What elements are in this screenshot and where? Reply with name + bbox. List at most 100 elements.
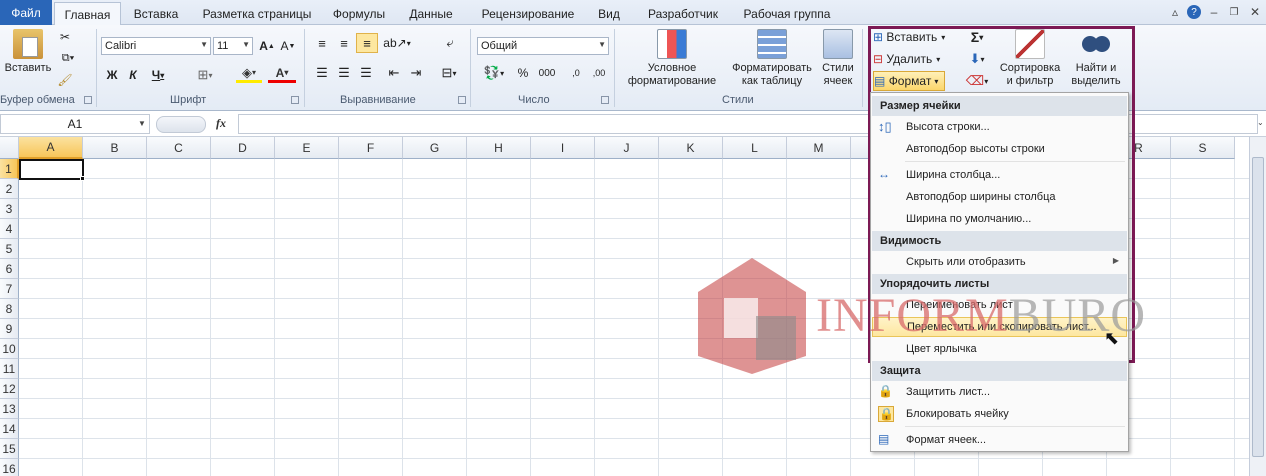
- menu-item-default-width[interactable]: Ширина по умолчанию...: [872, 209, 1127, 229]
- thousands-button[interactable]: 000: [536, 63, 558, 83]
- tab-view[interactable]: Вид: [592, 3, 626, 25]
- align-right-icon[interactable]: ☰: [356, 63, 376, 83]
- column-header-c[interactable]: C: [147, 137, 211, 159]
- insert-cells-button[interactable]: ⊞ Вставить ▾: [873, 27, 955, 47]
- row-header-13[interactable]: 13: [0, 399, 19, 419]
- insert-function-icon[interactable]: fx: [216, 116, 226, 131]
- merge-center-icon[interactable]: ⊟ ▾: [436, 63, 462, 83]
- clipboard-launcher-icon[interactable]: [84, 96, 92, 104]
- increase-indent-icon[interactable]: ⇥: [406, 63, 426, 83]
- row-header-15[interactable]: 15: [0, 439, 19, 459]
- row-header-14[interactable]: 14: [0, 419, 19, 439]
- orientation-icon[interactable]: ab↗ ▾: [383, 33, 410, 53]
- select-all-corner[interactable]: [0, 137, 19, 159]
- menu-item-column-width[interactable]: ↔ Ширина столбца...: [872, 165, 1127, 185]
- expand-formula-icon[interactable]: ⌄: [1257, 118, 1264, 127]
- column-header-h[interactable]: H: [467, 137, 531, 159]
- menu-item-lock-cell[interactable]: 🔒 Блокировать ячейку: [872, 404, 1127, 424]
- fill-color-icon[interactable]: ◈ ▾: [236, 65, 262, 83]
- align-left-icon[interactable]: ☰: [312, 63, 332, 83]
- font-name-combo[interactable]: Calibri ▼: [101, 37, 211, 55]
- restore-icon[interactable]: ❐: [1227, 5, 1241, 19]
- row-header-7[interactable]: 7: [0, 279, 19, 299]
- column-header-l[interactable]: L: [723, 137, 787, 159]
- bold-button[interactable]: Ж: [103, 65, 121, 85]
- tab-data[interactable]: Данные: [402, 3, 460, 25]
- row-header-5[interactable]: 5: [0, 239, 19, 259]
- align-top-icon[interactable]: ≡: [312, 33, 332, 53]
- column-header-s[interactable]: S: [1171, 137, 1235, 159]
- help-icon[interactable]: ?: [1187, 5, 1201, 19]
- copy-icon[interactable]: ⧉▾: [56, 48, 80, 68]
- column-header-i[interactable]: I: [531, 137, 595, 159]
- row-header-16[interactable]: 16: [0, 459, 19, 476]
- column-header-f[interactable]: F: [339, 137, 403, 159]
- minimize-ribbon-icon[interactable]: ▵: [1168, 5, 1182, 19]
- name-box-dropdown-icon[interactable]: ▼: [138, 119, 146, 128]
- tab-page-layout[interactable]: Разметка страницы: [194, 3, 320, 25]
- tab-home[interactable]: Главная: [54, 2, 121, 26]
- menu-item-tab-color[interactable]: Цвет ярлычка: [872, 339, 1127, 359]
- cut-icon[interactable]: ✂: [56, 27, 74, 47]
- menu-item-move-copy-sheet[interactable]: Переместить или скопировать лист...: [872, 317, 1127, 337]
- borders-icon[interactable]: ⊞ ▾: [192, 65, 218, 85]
- find-select-button[interactable]: Найти и выделить: [1064, 29, 1128, 88]
- increase-decimal-button[interactable]: ,0: [566, 63, 586, 83]
- menu-item-autofit-column[interactable]: Автоподбор ширины столбца: [872, 187, 1127, 207]
- column-header-g[interactable]: G: [403, 137, 467, 159]
- column-header-e[interactable]: E: [275, 137, 339, 159]
- menu-item-autofit-row[interactable]: Автоподбор высоты строки: [872, 139, 1127, 159]
- row-header-9[interactable]: 9: [0, 319, 19, 339]
- alignment-launcher-icon[interactable]: [458, 96, 466, 104]
- close-icon[interactable]: ✕: [1248, 5, 1262, 19]
- column-header-m[interactable]: M: [787, 137, 851, 159]
- row-header-3[interactable]: 3: [0, 199, 19, 219]
- decrease-indent-icon[interactable]: ⇤: [384, 63, 404, 83]
- autosum-button[interactable]: Σ ▾: [964, 27, 990, 47]
- row-header-2[interactable]: 2: [0, 179, 19, 199]
- minimize-icon[interactable]: –: [1207, 5, 1221, 19]
- percent-button[interactable]: %: [514, 63, 532, 83]
- menu-item-format-cells[interactable]: ▤ Формат ячеек...: [872, 430, 1127, 450]
- cell-styles-button[interactable]: Стили ячеек: [816, 29, 860, 88]
- clear-icon[interactable]: ⌫ ▾: [964, 71, 990, 91]
- align-bottom-icon[interactable]: ≡: [356, 33, 378, 53]
- column-header-b[interactable]: B: [83, 137, 147, 159]
- tab-insert[interactable]: Вставка: [126, 3, 186, 25]
- italic-button[interactable]: К: [124, 65, 142, 85]
- number-launcher-icon[interactable]: [601, 96, 609, 104]
- column-header-k[interactable]: K: [659, 137, 723, 159]
- paste-button[interactable]: Вставить: [4, 29, 52, 75]
- currency-icon[interactable]: 💱 ▾: [479, 63, 509, 83]
- grow-font-icon[interactable]: A ▲: [258, 36, 276, 56]
- format-cells-menu-button[interactable]: ▤ Формат ▾: [873, 71, 945, 91]
- format-painter-icon[interactable]: 🖌: [56, 70, 74, 90]
- active-cell-a1[interactable]: [19, 159, 84, 180]
- fill-handle[interactable]: [80, 176, 85, 181]
- tab-workgroup[interactable]: Рабочая группа: [738, 3, 836, 25]
- font-launcher-icon[interactable]: [291, 96, 299, 104]
- format-as-table-button[interactable]: Форматировать как таблицу: [726, 29, 818, 88]
- row-header-12[interactable]: 12: [0, 379, 19, 399]
- column-header-j[interactable]: J: [595, 137, 659, 159]
- row-header-6[interactable]: 6: [0, 259, 19, 279]
- wrap-text-icon[interactable]: ⤶: [440, 33, 460, 53]
- tab-file[interactable]: Файл: [0, 0, 52, 25]
- fill-icon[interactable]: ⬇ ▾: [964, 49, 990, 69]
- align-center-icon[interactable]: ☰: [334, 63, 354, 83]
- font-size-combo[interactable]: 11 ▼: [213, 37, 253, 55]
- delete-cells-button[interactable]: ⊟ Удалить ▾: [873, 49, 955, 69]
- vertical-scrollbar[interactable]: [1249, 137, 1266, 476]
- column-header-a[interactable]: A: [19, 137, 83, 159]
- menu-item-row-height[interactable]: ↕▯ Высота строки...: [872, 117, 1127, 137]
- conditional-formatting-button[interactable]: Условное форматирование: [618, 29, 726, 88]
- align-middle-icon[interactable]: ≡: [334, 33, 354, 53]
- menu-item-protect-sheet[interactable]: 🔒 Защитить лист...: [872, 382, 1127, 402]
- tab-review[interactable]: Рецензирование: [472, 3, 584, 25]
- menu-item-hide-show[interactable]: Скрыть или отобразить ▶: [872, 252, 1127, 272]
- decrease-decimal-button[interactable]: ,00: [588, 63, 610, 83]
- underline-button[interactable]: Ч ▾: [146, 65, 170, 85]
- row-header-10[interactable]: 10: [0, 339, 19, 359]
- row-header-8[interactable]: 8: [0, 299, 19, 319]
- name-box[interactable]: A1: [0, 114, 150, 134]
